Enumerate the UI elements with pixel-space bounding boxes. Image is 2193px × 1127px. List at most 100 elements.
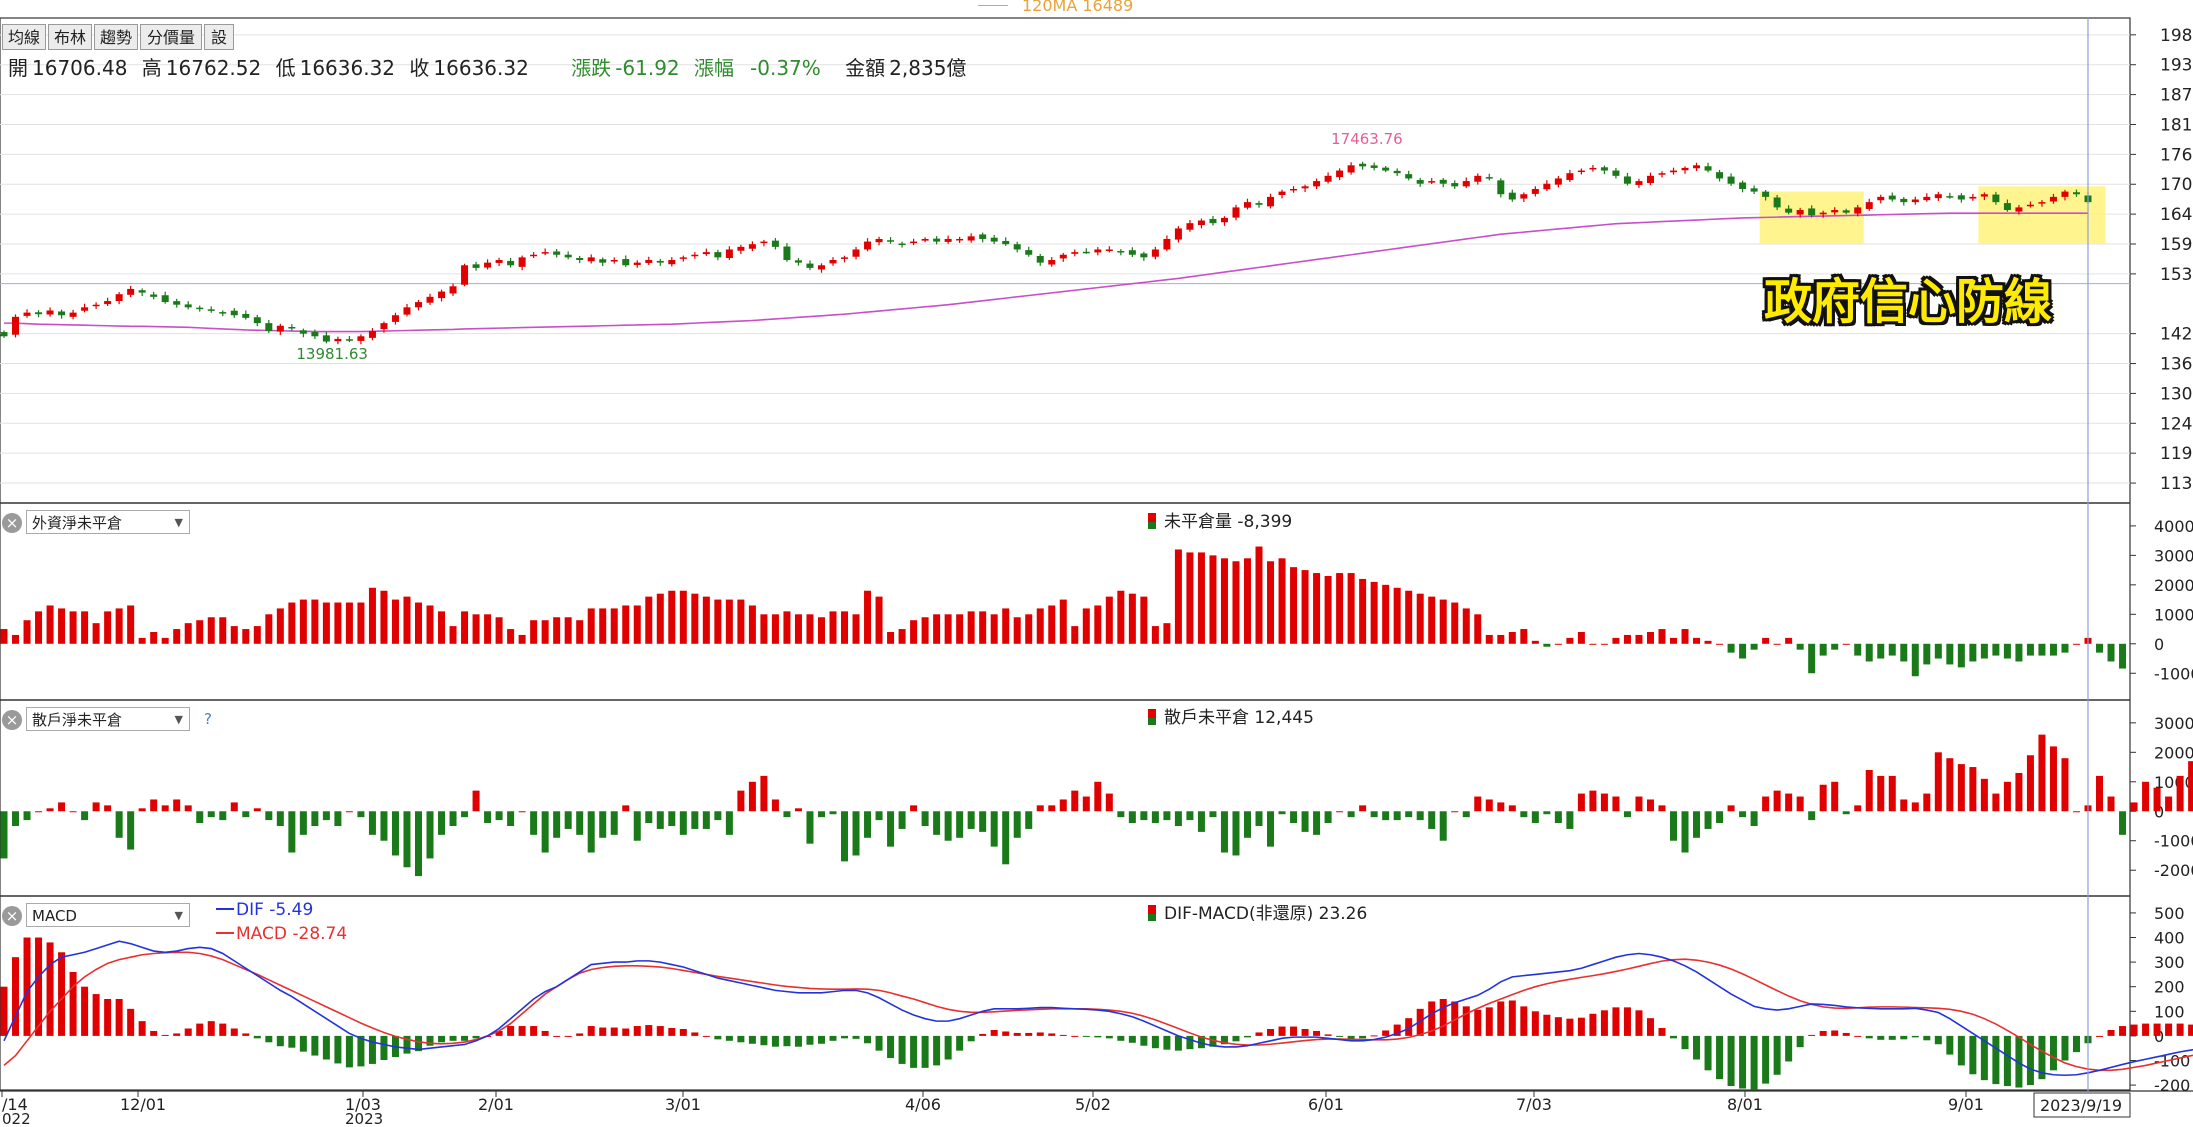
candle-body (391, 315, 399, 322)
candle-body (1808, 208, 1816, 216)
macd-hist-bar (288, 1035, 296, 1048)
retail-bar (219, 811, 227, 821)
retail-bar (1071, 790, 1079, 812)
macd-hist-bar (702, 1035, 710, 1037)
macd-hist-bar (1923, 1035, 1931, 1041)
foreign-legend: 未平倉量 -8,399 (1148, 507, 1292, 532)
retail-bar (530, 811, 538, 835)
foreign-bar (173, 629, 181, 644)
candle-body (541, 252, 549, 254)
candle-body (1739, 182, 1747, 189)
retail-bar (1646, 799, 1654, 812)
retail-bar (1370, 811, 1378, 818)
candle-body (1670, 170, 1678, 173)
candle-body (23, 312, 31, 316)
foreign-bar (1727, 643, 1735, 653)
macd-hist-bar (1888, 1035, 1896, 1040)
candle-body (35, 312, 43, 315)
retail-bar (69, 811, 77, 813)
candle-body (553, 251, 561, 255)
retail-bar (2142, 781, 2150, 812)
retail-bar (841, 811, 849, 862)
retail-bar (2049, 746, 2057, 812)
foreign-bar (184, 623, 192, 644)
retail-indicator-select-value: 散戶淨未平倉 (32, 711, 123, 729)
foreign-bar (1992, 643, 2000, 656)
retail-indicator-select[interactable]: 散戶淨未平倉 ▼ (26, 707, 190, 731)
close-panel-macd-icon[interactable]: × (2, 906, 22, 926)
candle-body (530, 254, 538, 257)
retail-bar (391, 811, 399, 856)
foreign-bar (242, 629, 250, 644)
retail-bar (23, 811, 31, 821)
candle-body (1428, 181, 1436, 183)
foreign-bar (576, 620, 584, 644)
retail-legend: 散戶未平倉 12,445 (1148, 703, 1314, 728)
macd-indicator-select[interactable]: MACD ▼ (26, 903, 190, 927)
macd-hist-bar (2061, 1035, 2069, 1061)
macd-hist-bar (207, 1021, 215, 1036)
foreign-legend-text: 未平倉量 -8,399 (1164, 512, 1293, 532)
macd-hist-bar (1359, 1035, 1367, 1039)
foreign-bar (633, 605, 641, 644)
macd-hist-bar (1854, 1035, 1862, 1037)
candle-body (2026, 204, 2034, 207)
foreign-tick-label: 40000 (2154, 517, 2193, 536)
macd-hist-bar (35, 937, 43, 1036)
toolbar-trend-button[interactable]: 趨勢 (94, 24, 138, 50)
candle-body (679, 257, 687, 259)
retail-bar (495, 811, 503, 821)
macd-hist-bar (1716, 1035, 1724, 1080)
candle-body (1094, 249, 1102, 253)
retail-bar (1013, 811, 1021, 838)
foreign-bar (1658, 629, 1666, 644)
foreign-bar (1451, 602, 1459, 644)
foreign-bar (1393, 587, 1401, 644)
macd-hist-bar (576, 1033, 584, 1036)
close-panel-foreign-icon[interactable]: × (2, 513, 22, 533)
macd-hist-bar (1117, 1035, 1125, 1041)
macd-hist-bar (1612, 1007, 1620, 1036)
foreign-indicator-select[interactable]: 外資淨未平倉 ▼ (26, 510, 190, 534)
candle-body (1105, 249, 1113, 251)
stock-chart-svg[interactable]: 11360 11928 12496 13064 13632 14200 15336 15904… (0, 0, 2193, 1127)
close-panel-retail-icon[interactable]: × (2, 710, 22, 730)
foreign-bar (1520, 629, 1528, 644)
foreign-bar (1600, 643, 1608, 645)
retail-bar (322, 811, 330, 821)
retail-legend-text: 散戶未平倉 12,445 (1164, 708, 1314, 728)
macd-hist-bar (1577, 1017, 1585, 1036)
toolbar-ma-button[interactable]: 均線 (2, 24, 46, 50)
toolbar-volume-profile-button[interactable]: 分價量 (140, 24, 202, 50)
macd-hist-bar (944, 1035, 952, 1060)
retail-bar (887, 811, 895, 847)
candle-body (864, 241, 872, 250)
foreign-bar (1508, 632, 1516, 644)
retail-bar (1059, 799, 1067, 812)
help-icon[interactable]: ? (204, 710, 212, 728)
foreign-bar (967, 611, 975, 644)
toolbar-settings-button[interactable]: 設 (204, 24, 234, 50)
foreign-bar (1174, 549, 1182, 644)
toolbar-bollinger-button[interactable]: 布林 (48, 24, 92, 50)
foreign-bar (403, 596, 411, 644)
retail-bar (357, 811, 365, 818)
candle-body (1290, 188, 1298, 191)
amount-value: 2,835億 (889, 56, 967, 80)
candle-body (610, 260, 618, 262)
candle-body (1543, 183, 1551, 190)
candle-body (1888, 195, 1896, 200)
macd-hist-bar (1382, 1030, 1390, 1036)
macd-hist-bar (81, 986, 89, 1036)
retail-bar (484, 811, 492, 824)
macd-hist-bar (829, 1035, 837, 1041)
candle-body (368, 331, 376, 338)
macd-hist-bar (714, 1035, 722, 1040)
macd-hist-bar (173, 1033, 181, 1036)
price-tick-label: 11360 (2160, 474, 2193, 494)
candle-body (599, 259, 607, 263)
macd-hist-bar (115, 999, 123, 1036)
foreign-bar (150, 632, 158, 644)
foreign-bar (1059, 599, 1067, 644)
candle-body (2072, 192, 2080, 195)
